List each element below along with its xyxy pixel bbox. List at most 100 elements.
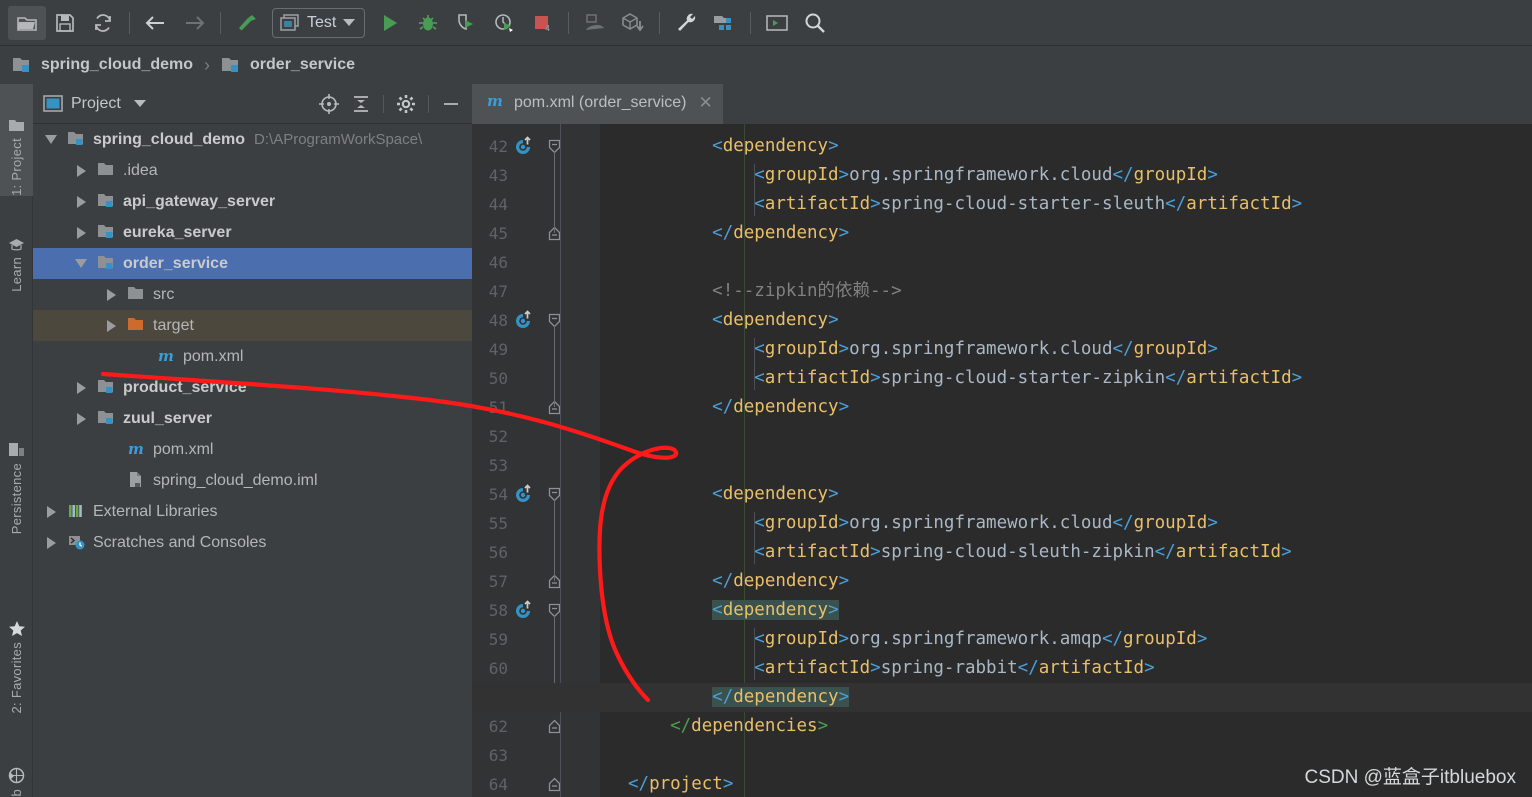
- project-tree[interactable]: spring_cloud_demo D:\AProgramWorkSpace\ .i…: [33, 124, 472, 797]
- sidebar-item-learn[interactable]: Learn: [0, 204, 33, 292]
- tree-node-api-gateway-server[interactable]: api_gateway_server: [33, 186, 472, 217]
- code-line-text[interactable]: <dependency>: [712, 480, 838, 509]
- run-icon[interactable]: [371, 6, 409, 40]
- tree-node--idea[interactable]: .idea: [33, 155, 472, 186]
- code-line-text[interactable]: </dependency>: [712, 219, 849, 248]
- code-line-text[interactable]: <artifactId>spring-cloud-starter-sleuth<…: [754, 190, 1302, 219]
- code-line-text[interactable]: </dependency>: [712, 683, 850, 712]
- open-folder-icon[interactable]: [8, 5, 46, 40]
- chevron-right-icon[interactable]: [73, 380, 89, 396]
- tree-node-src[interactable]: src: [33, 279, 472, 310]
- commit-icon[interactable]: [614, 6, 652, 40]
- chevron-right-icon[interactable]: [43, 535, 59, 551]
- gear-icon[interactable]: [391, 90, 421, 118]
- code-line-text[interactable]: <!--zipkin的依赖-->: [712, 277, 901, 306]
- stop-icon[interactable]: 4: [523, 6, 561, 40]
- code-line-text[interactable]: </dependency>: [712, 567, 849, 596]
- scroll-from-source-icon[interactable]: [314, 90, 344, 118]
- tree-node-zuul-server[interactable]: zuul_server: [33, 403, 472, 434]
- collapse-all-icon[interactable]: [346, 90, 376, 118]
- run-configuration-selector[interactable]: Test: [272, 7, 366, 38]
- indent-guide: [754, 164, 756, 216]
- tab-pom-xml[interactable]: m pom.xml (order_service) ✕: [472, 84, 723, 124]
- code-line-row[interactable]: [472, 248, 1532, 277]
- minimize-icon[interactable]: [436, 90, 466, 118]
- project-structure-icon[interactable]: [705, 6, 743, 40]
- tree-node-scratches-and-consoles[interactable]: Scratches and Consoles: [33, 527, 472, 558]
- tree-node-order-service[interactable]: order_service: [33, 248, 472, 279]
- code-line-row[interactable]: [472, 683, 1532, 712]
- code-line-row[interactable]: [472, 480, 1532, 509]
- breadcrumb-item-module[interactable]: order_service: [221, 56, 355, 74]
- code-line-row[interactable]: [472, 277, 1532, 306]
- tree-node-eureka-server[interactable]: eureka_server: [33, 217, 472, 248]
- breadcrumb-item-project[interactable]: spring_cloud_demo: [12, 56, 193, 74]
- code-line-text[interactable]: <dependency>: [712, 596, 839, 625]
- close-icon[interactable]: ✕: [698, 93, 712, 113]
- chevron-down-icon[interactable]: [133, 100, 146, 107]
- chevron-right-icon[interactable]: [43, 504, 59, 520]
- chevron-right-icon[interactable]: [103, 287, 119, 303]
- debug-icon[interactable]: [409, 6, 447, 40]
- search-everywhere-icon[interactable]: [796, 6, 834, 40]
- code-line-text[interactable]: <dependency>: [712, 306, 838, 335]
- sidebar-item-persistence[interactable]: Persistence: [0, 402, 33, 534]
- chevron-right-icon[interactable]: [103, 318, 119, 334]
- code-editor[interactable]: 4243444546474849505152535455565758596061…: [472, 124, 1532, 797]
- settings-wrench-icon[interactable]: [667, 6, 705, 40]
- sidebar-item-favorites[interactable]: 2: Favorites: [0, 586, 33, 714]
- tree-node-spring-cloud-demo[interactable]: spring_cloud_demo D:\AProgramWorkSpace\: [33, 124, 472, 155]
- update-project-icon[interactable]: [576, 6, 614, 40]
- code-line-text[interactable]: <artifactId>spring-rabbit</artifactId>: [754, 654, 1154, 683]
- code-line-text[interactable]: </dependency>: [712, 393, 849, 422]
- sync-refresh-icon[interactable]: [84, 6, 122, 40]
- chevron-down-icon[interactable]: [343, 19, 356, 26]
- run-configuration-label: Test: [307, 13, 337, 31]
- chevron-right-icon[interactable]: [73, 225, 89, 241]
- run-with-coverage-icon[interactable]: [447, 6, 485, 40]
- profile-icon[interactable]: [485, 6, 523, 40]
- code-line-row[interactable]: [472, 451, 1532, 480]
- code-line-row[interactable]: [472, 219, 1532, 248]
- chevron-right-icon[interactable]: [73, 194, 89, 210]
- tree-node-pom-xml[interactable]: m pom.xml: [33, 341, 472, 372]
- chevron-down-icon[interactable]: [73, 256, 89, 272]
- code-line-text[interactable]: </project>: [628, 770, 733, 797]
- code-line-row[interactable]: [472, 712, 1532, 741]
- code-line-text[interactable]: <groupId>org.springframework.cloud</grou…: [754, 509, 1218, 538]
- tree-node-spring-cloud-demo-iml[interactable]: spring_cloud_demo.iml: [33, 465, 472, 496]
- tree-node-external-libraries[interactable]: External Libraries: [33, 496, 472, 527]
- sidebar-item-web[interactable]: Web: [0, 732, 33, 797]
- chevron-right-icon[interactable]: [73, 411, 89, 427]
- terminal-icon[interactable]: [758, 6, 796, 40]
- build-hammer-icon[interactable]: [228, 6, 266, 40]
- plain-folder-icon: [97, 161, 116, 180]
- sidebar-item-project[interactable]: 1: Project: [0, 84, 33, 196]
- code-line-text[interactable]: <groupId>org.springframework.cloud</grou…: [754, 335, 1218, 364]
- tree-node-target[interactable]: target: [33, 310, 472, 341]
- chevron-right-icon[interactable]: [73, 163, 89, 179]
- iml-file-icon: [127, 471, 146, 490]
- code-line-text[interactable]: <artifactId>spring-cloud-sleuth-zipkin</…: [754, 538, 1291, 567]
- maven-m-icon: m: [158, 347, 174, 365]
- tree-node-pom-xml[interactable]: m pom.xml: [33, 434, 472, 465]
- code-line-text[interactable]: <artifactId>spring-cloud-starter-zipkin<…: [754, 364, 1302, 393]
- code-line-row[interactable]: [472, 306, 1532, 335]
- code-line-row[interactable]: [472, 393, 1532, 422]
- code-line-text[interactable]: <dependency>: [712, 132, 838, 161]
- tree-node-product-service[interactable]: product_service: [33, 372, 472, 403]
- save-all-icon[interactable]: [46, 6, 84, 40]
- code-line-text[interactable]: <groupId>org.springframework.cloud</grou…: [754, 161, 1218, 190]
- matched-tag-highlight: </dependency>: [712, 687, 850, 707]
- code-line-row[interactable]: [472, 422, 1532, 451]
- code-line-row[interactable]: [472, 567, 1532, 596]
- forward-arrow-icon[interactable]: [175, 6, 213, 40]
- code-line-text[interactable]: </dependencies>: [670, 712, 828, 741]
- code-line-row[interactable]: [472, 596, 1532, 625]
- chevron-down-icon[interactable]: [43, 132, 59, 148]
- code-line-row[interactable]: [472, 132, 1532, 161]
- back-arrow-icon[interactable]: [137, 6, 175, 40]
- code-line-text[interactable]: <groupId>org.springframework.amqp</group…: [754, 625, 1207, 654]
- code-content[interactable]: <dependency> <groupId>org.springframework…: [472, 124, 1532, 797]
